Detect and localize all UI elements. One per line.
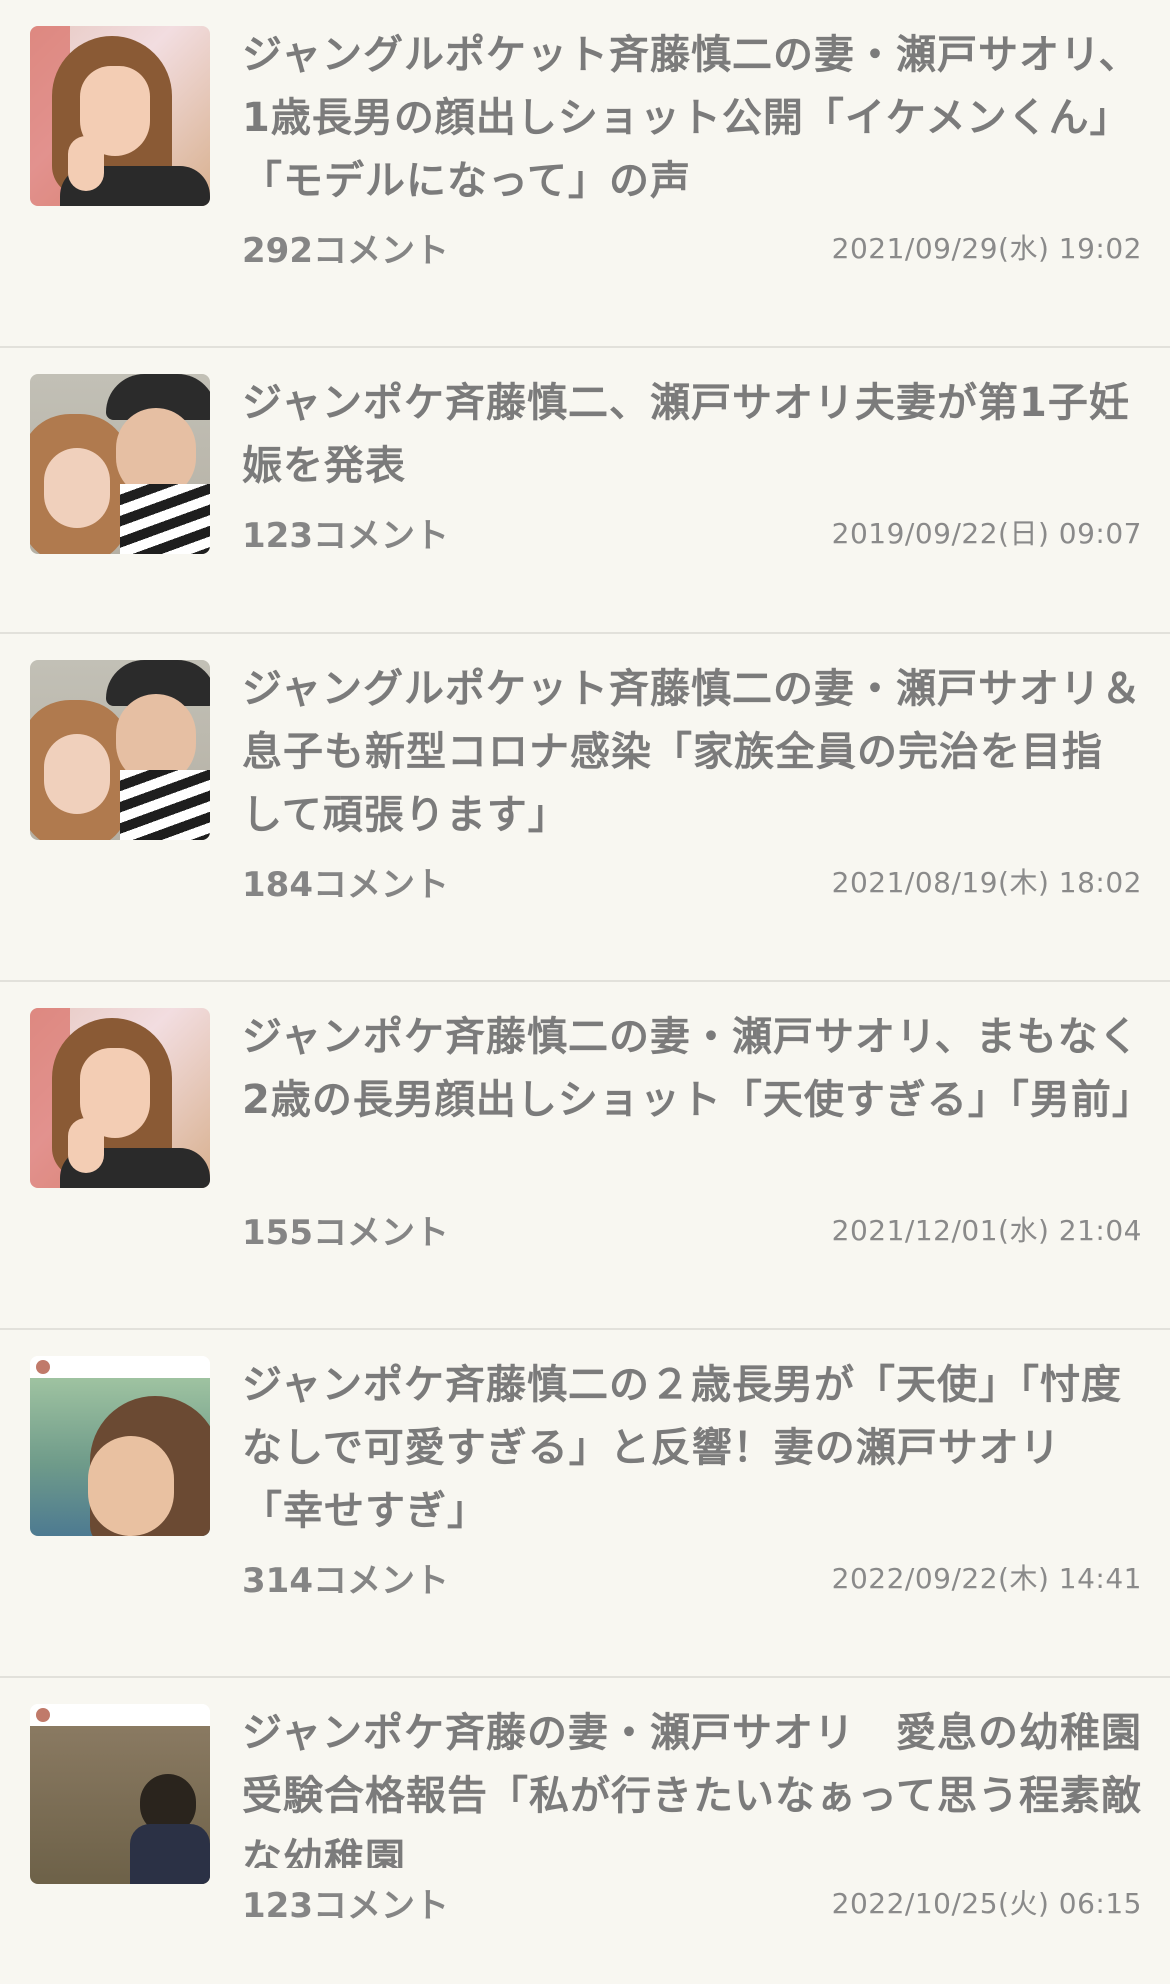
article-title[interactable]: ジャングルポケット斉藤慎二の妻・瀬戸サオリ＆息子も新型コロナ感染「家族全員の完治… <box>242 658 1142 847</box>
article-body: ジャンポケ斉藤慎二、瀬戸サオリ夫妻が第1子妊娠を発表 123コメント 2019/… <box>242 372 1142 632</box>
list-item[interactable]: ジャンポケ斉藤慎二、瀬戸サオリ夫妻が第1子妊娠を発表 123コメント 2019/… <box>0 348 1170 634</box>
article-title[interactable]: ジャンポケ斉藤慎二の２歳長男が「天使」「忖度なしで可愛すぎる」と反響！妻の瀬戸サ… <box>242 1354 1142 1543</box>
article-date: 2019/09/22(日) 09:07 <box>831 517 1142 550</box>
article-title[interactable]: ジャンポケ斉藤の妻・瀬戸サオリ 愛息の幼稚園受験合格報告「私が行きたいなぁって思… <box>242 1702 1142 1868</box>
article-meta: 155コメント 2021/12/01(水) 21:04 <box>242 1209 1142 1253</box>
article-body: ジャングルポケット斉藤慎二の妻・瀬戸サオリ＆息子も新型コロナ感染「家族全員の完治… <box>242 658 1142 980</box>
comment-count[interactable]: 314コメント <box>242 1553 449 1602</box>
list-item[interactable]: ジャンポケ斉藤慎二の妻・瀬戸サオリ、まもなく2歳の長男顔出しショット「天使すぎる… <box>0 982 1170 1330</box>
article-body: ジャンポケ斉藤慎二の妻・瀬戸サオリ、まもなく2歳の長男顔出しショット「天使すぎる… <box>242 1006 1142 1328</box>
thumbnail-image[interactable] <box>30 660 210 840</box>
list-item[interactable]: ジャングルポケット斉藤慎二の妻・瀬戸サオリ＆息子も新型コロナ感染「家族全員の完治… <box>0 634 1170 982</box>
thumbnail-image[interactable] <box>30 26 210 206</box>
article-date: 2021/09/29(水) 19:02 <box>831 232 1142 265</box>
list-item[interactable]: ジャングルポケット斉藤慎二の妻・瀬戸サオリ、1歳長男の顔出しショット公開「イケメ… <box>0 0 1170 348</box>
comment-count[interactable]: 155コメント <box>242 1205 449 1254</box>
article-title[interactable]: ジャンポケ斉藤慎二、瀬戸サオリ夫妻が第1子妊娠を発表 <box>242 372 1142 498</box>
article-body: ジャングルポケット斉藤慎二の妻・瀬戸サオリ、1歳長男の顔出しショット公開「イケメ… <box>242 24 1142 346</box>
thumbnail-image[interactable] <box>30 1356 210 1536</box>
article-title[interactable]: ジャングルポケット斉藤慎二の妻・瀬戸サオリ、1歳長男の顔出しショット公開「イケメ… <box>242 24 1142 213</box>
article-body: ジャンポケ斉藤の妻・瀬戸サオリ 愛息の幼稚園受験合格報告「私が行きたいなぁって思… <box>242 1702 1142 1926</box>
comment-count[interactable]: 184コメント <box>242 857 449 906</box>
article-date: 2022/09/22(木) 14:41 <box>831 1562 1142 1595</box>
article-title[interactable]: ジャンポケ斉藤慎二の妻・瀬戸サオリ、まもなく2歳の長男顔出しショット「天使すぎる… <box>242 1006 1142 1195</box>
article-date: 2021/08/19(木) 18:02 <box>831 866 1142 899</box>
article-list: ジャングルポケット斉藤慎二の妻・瀬戸サオリ、1歳長男の顔出しショット公開「イケメ… <box>0 0 1170 1984</box>
article-date: 2022/10/25(火) 06:15 <box>831 1887 1142 1920</box>
comment-count[interactable]: 292コメント <box>242 223 449 272</box>
list-item[interactable]: ジャンポケ斉藤の妻・瀬戸サオリ 愛息の幼稚園受験合格報告「私が行きたいなぁって思… <box>0 1678 1170 1926</box>
article-meta: 292コメント 2021/09/29(水) 19:02 <box>242 227 1142 271</box>
article-body: ジャンポケ斉藤慎二の２歳長男が「天使」「忖度なしで可愛すぎる」と反響！妻の瀬戸サ… <box>242 1354 1142 1676</box>
article-date: 2021/12/01(水) 21:04 <box>831 1214 1142 1247</box>
thumbnail-image[interactable] <box>30 374 210 554</box>
comment-count[interactable]: 123コメント <box>242 1878 449 1927</box>
article-meta: 123コメント 2022/10/25(火) 06:15 <box>242 1882 1142 1926</box>
article-meta: 184コメント 2021/08/19(木) 18:02 <box>242 861 1142 905</box>
list-item[interactable]: ジャンポケ斉藤慎二の２歳長男が「天使」「忖度なしで可愛すぎる」と反響！妻の瀬戸サ… <box>0 1330 1170 1678</box>
comment-count[interactable]: 123コメント <box>242 508 449 557</box>
thumbnail-image[interactable] <box>30 1704 210 1884</box>
thumbnail-image[interactable] <box>30 1008 210 1188</box>
article-meta: 123コメント 2019/09/22(日) 09:07 <box>242 512 1142 556</box>
article-meta: 314コメント 2022/09/22(木) 14:41 <box>242 1557 1142 1601</box>
